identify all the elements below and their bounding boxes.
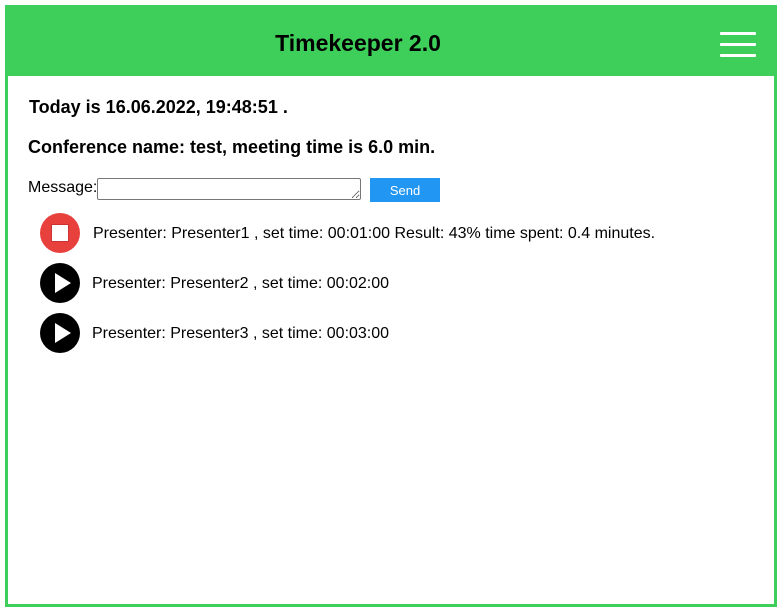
play-triangle <box>55 323 71 343</box>
conference-info: Conference name: test, meeting time is 6… <box>28 137 436 157</box>
app-title: Timekeeper 2.0 <box>275 30 441 56</box>
play-triangle <box>55 273 71 293</box>
play-icon[interactable] <box>40 263 80 303</box>
current-date-time: Today is 16.06.2022, 19:48:51 . <box>29 97 288 117</box>
presenter-text: Presenter: Presenter2 , set time: 00:02:… <box>92 275 390 292</box>
send-button[interactable]: Send <box>370 178 440 202</box>
hamburger-menu-icon[interactable] <box>720 32 756 60</box>
app-header: Timekeeper 2.0 <box>8 8 774 76</box>
stop-icon[interactable] <box>40 213 80 253</box>
message-input[interactable] <box>97 178 361 200</box>
menu-bar <box>720 54 756 57</box>
stop-square <box>51 224 69 242</box>
presenter-text: Presenter: Presenter1 , set time: 00:01:… <box>93 225 656 242</box>
app-frame: Timekeeper 2.0 Today is 16.06.2022, 19:4… <box>5 5 777 607</box>
menu-bar <box>720 43 756 46</box>
play-icon[interactable] <box>40 313 80 353</box>
message-label: Message: <box>28 179 98 196</box>
presenter-text: Presenter: Presenter3 , set time: 00:03:… <box>92 325 390 342</box>
menu-bar <box>720 32 756 35</box>
